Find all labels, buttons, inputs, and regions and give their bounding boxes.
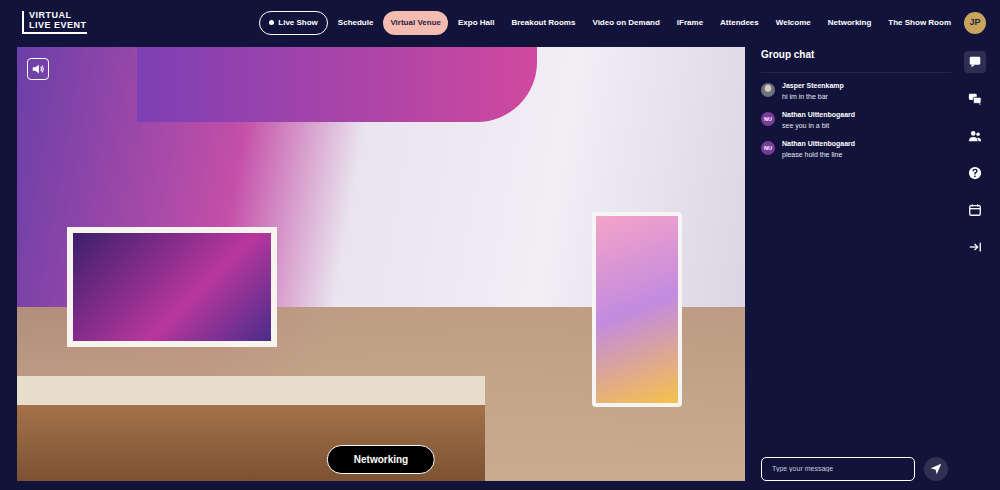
main-nav: Live Show Schedule Virtual Venue Expo Hall B… [259,11,958,35]
main-area: Networking Group chat Jasper Steenkamphi… [0,45,1000,490]
message-body: Nathan Uittenbogaardsee you in a bit [782,110,855,131]
side-button[interactable] [964,125,986,147]
chat-message: NU Nathan Uittenbogaardplease hold the li… [761,131,951,160]
author-avatar: NU [761,141,775,155]
nav-tab-label[interactable]: The Show Room [888,17,951,29]
logo-text[interactable]: LIVE EVENT [29,21,87,30]
avatar-initials: NU [764,115,772,123]
side-button[interactable] [964,88,986,110]
send-button[interactable] [924,457,948,481]
logo-text[interactable]: VIRTUAL [29,11,87,20]
side-button[interactable] [964,236,986,258]
side-toolbar [959,47,991,481]
nav-tab[interactable]: Breakout Rooms [504,11,582,35]
chat-title: Group chat [761,47,951,73]
message-author: Nathan Uittenbogaard [782,110,855,121]
nav-tab[interactable]: Attendees [713,11,766,35]
chat-message: NU Nathan Uittenbogaardsee you in a bit [761,102,951,131]
help-icon [968,166,982,180]
nav-tab-label[interactable]: iFrame [677,17,703,29]
venue-banner [137,47,537,122]
author-avatar [761,83,775,97]
venue-kiosk[interactable] [592,212,682,407]
nav-tab[interactable]: Expo Hall [451,11,501,35]
message-author: Nathan Uittenbogaard [782,139,855,150]
composer [761,457,951,481]
nav-tab-label[interactable]: Attendees [720,17,759,29]
message-body: Nathan Uittenbogaardplease hold the line [782,139,855,160]
message-body: Jasper Steenkamphi im in the bar [782,81,844,102]
nav-tab-label[interactable]: Networking [828,17,872,29]
nav-tab[interactable]: iFrame [670,11,710,35]
nav-tab[interactable]: Live Show [259,11,328,35]
virtual-venue-view[interactable]: Networking [17,47,745,481]
nav-tab-label[interactable]: Welcome [776,17,811,29]
message-author: Jasper Steenkamp [782,81,844,92]
nav-tab[interactable]: Welcome [769,11,818,35]
message-text: see you in a bit [782,121,855,132]
nav-tab-label[interactable]: Expo Hall [458,17,494,29]
message-list: Jasper Steenkamphi im in the bar NU Nathan… [761,73,951,457]
side-button[interactable] [964,51,986,73]
networking-button[interactable]: Networking [327,445,435,474]
author-avatar: NU [761,112,775,126]
people-icon [968,129,982,143]
avatar-initials: NU [764,144,772,152]
message-text: hi im in the bar [782,92,844,103]
message-text: please hold the line [782,150,855,161]
nav-tab[interactable]: Video on Demand [585,11,666,35]
message-input[interactable] [761,457,915,481]
nav-tab-label[interactable]: Virtual Venue [390,17,441,29]
nav-tab[interactable]: Virtual Venue [383,11,448,35]
messages-icon [968,92,982,106]
group-chat-panel: Group chat Jasper Steenkamphi im in the … [761,47,951,481]
logo[interactable]: VIRTUALLIVE EVENT [22,11,87,34]
nav-tab[interactable]: The Show Room [881,11,958,35]
user-avatar[interactable]: JP [964,12,986,34]
top-bar: VIRTUALLIVE EVENT Live Show Schedule Virtu… [0,0,1000,45]
sound-toggle[interactable] [27,58,49,80]
live-dot-icon [269,20,274,25]
nav-tab-label[interactable]: Live Show [278,17,318,29]
speaker-icon [31,62,45,76]
nav-tab[interactable]: Networking [821,11,879,35]
nav-tab-label[interactable]: Video on Demand [592,17,659,29]
side-button[interactable] [964,162,986,184]
chat-message: Jasper Steenkamphi im in the bar [761,73,951,102]
chat-icon [968,55,982,69]
collapse-icon [968,240,982,254]
calendar-icon [968,203,982,217]
side-button[interactable] [964,199,986,221]
nav-tab-label[interactable]: Schedule [338,17,374,29]
send-icon [930,463,942,475]
nav-tab-label[interactable]: Breakout Rooms [511,17,575,29]
nav-tab[interactable]: Schedule [331,11,381,35]
venue-screen [67,227,277,347]
